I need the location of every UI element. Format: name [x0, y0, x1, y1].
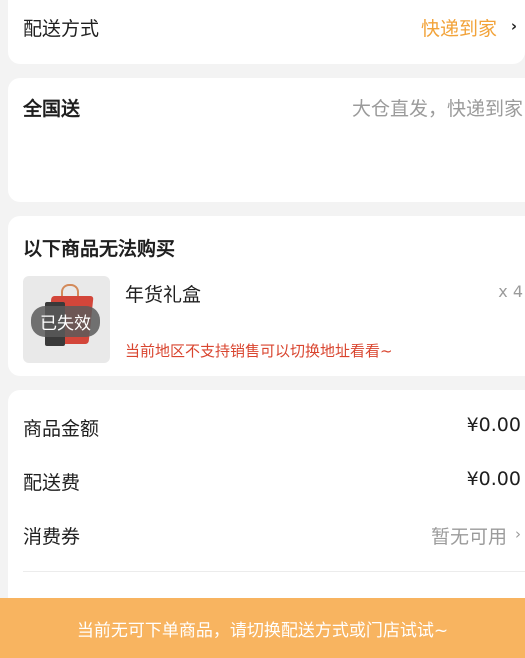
bottom-notice-text: 当前无可下单商品，请切换配送方式或门店试试~ [76, 620, 449, 641]
coupon-label: 消费券 [23, 526, 81, 548]
product-name: 年货礼盒 [125, 284, 202, 306]
goods-amount-value: ¥0.00 [466, 414, 521, 436]
divider [23, 571, 525, 572]
shipping-card: 全国送 大仓直发，快递到家 [8, 78, 525, 202]
unavailable-note: 当前地区不支持销售可以切换地址看看~ [125, 342, 393, 360]
goods-amount-label: 商品金额 [23, 418, 100, 440]
chevron-right-icon[interactable]: › [511, 17, 517, 35]
shipping-fee-row: 配送费 ¥0.00 [23, 468, 521, 498]
unavailable-items-card: 以下商品无法购买 已失效 年货礼盒 x 4 当前地区不支持销售可以切换地址看看~ [8, 216, 525, 376]
delivery-method-label: 配送方式 [23, 18, 100, 40]
shipping-fee-value: ¥0.00 [466, 468, 521, 490]
order-summary-card: 商品金额 ¥0.00 配送费 ¥0.00 消费券 暂无可用 › [8, 390, 525, 598]
coupon-value[interactable]: 暂无可用 [431, 522, 507, 549]
product-thumbnail: 已失效 [23, 276, 110, 363]
delivery-method-value[interactable]: 快递到家 [421, 14, 497, 41]
delivery-method-row[interactable]: 配送方式 快递到家 › [8, 0, 525, 64]
coupon-row[interactable]: 消费券 暂无可用 › [23, 522, 521, 552]
expired-badge: 已失效 [31, 306, 100, 337]
shipping-fee-label: 配送费 [23, 472, 81, 494]
bottom-notice-bar: 当前无可下单商品，请切换配送方式或门店试试~ [0, 598, 525, 658]
chevron-right-icon[interactable]: › [515, 525, 521, 543]
goods-amount-row: 商品金额 ¥0.00 [23, 414, 521, 444]
unavailable-title: 以下商品无法购买 [23, 238, 176, 260]
shipping-description: 大仓直发，快递到家 [351, 98, 523, 120]
product-quantity: x 4 [498, 282, 523, 301]
shipping-title: 全国送 [23, 98, 81, 120]
